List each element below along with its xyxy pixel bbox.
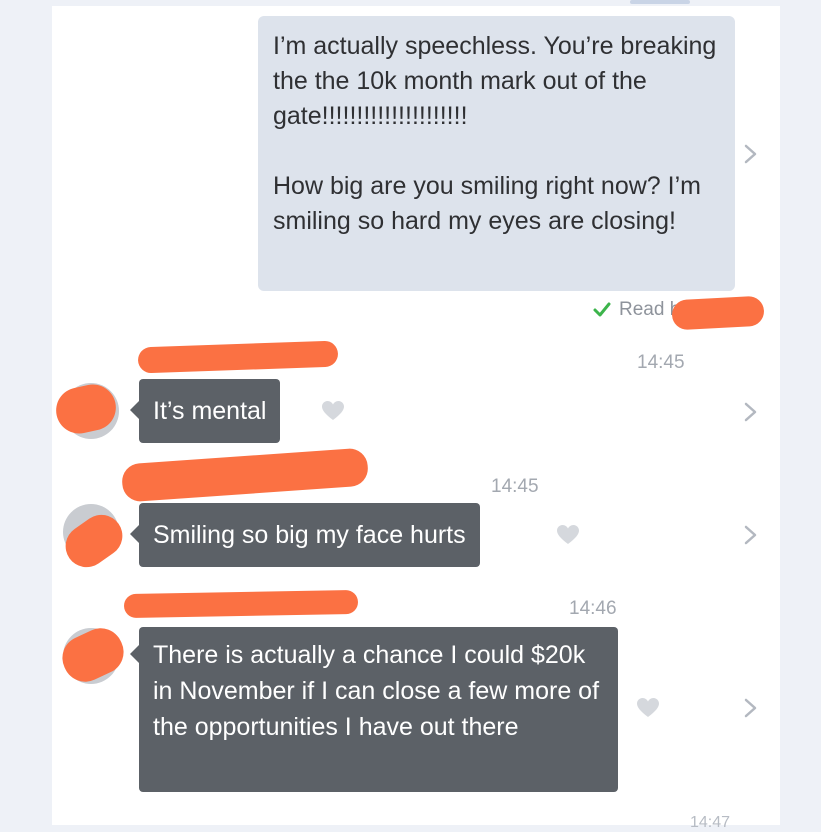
incoming-message-bubble[interactable]: There is actually a chance I could $20k … [130,627,618,792]
chevron-right-icon[interactable] [742,697,760,719]
incoming-message-bubble[interactable]: It’s mental [129,379,281,443]
redaction-scribble [671,295,765,331]
message-timestamp: 14:45 [637,352,685,373]
message-timestamp: 14:47 [690,814,731,831]
heart-icon[interactable] [321,400,345,422]
top-edge-bar [630,0,690,4]
incoming-message-bubble[interactable]: Smiling so big my face hurts [130,503,480,567]
heart-icon[interactable] [556,524,580,546]
heart-icon[interactable] [636,697,660,719]
message-timestamp: 14:46 [569,598,617,619]
redaction-scribble [123,589,359,619]
outgoing-message-bubble[interactable]: I’m actually speechless. You’re breaking… [258,16,735,291]
read-receipt: Read b [592,299,680,321]
read-status-text: Read b [619,299,681,320]
chevron-right-icon[interactable] [742,143,760,165]
chevron-right-icon[interactable] [742,524,760,546]
message-timestamp: 14:45 [491,476,539,497]
check-icon [593,302,611,317]
chevron-right-icon[interactable] [742,401,760,423]
